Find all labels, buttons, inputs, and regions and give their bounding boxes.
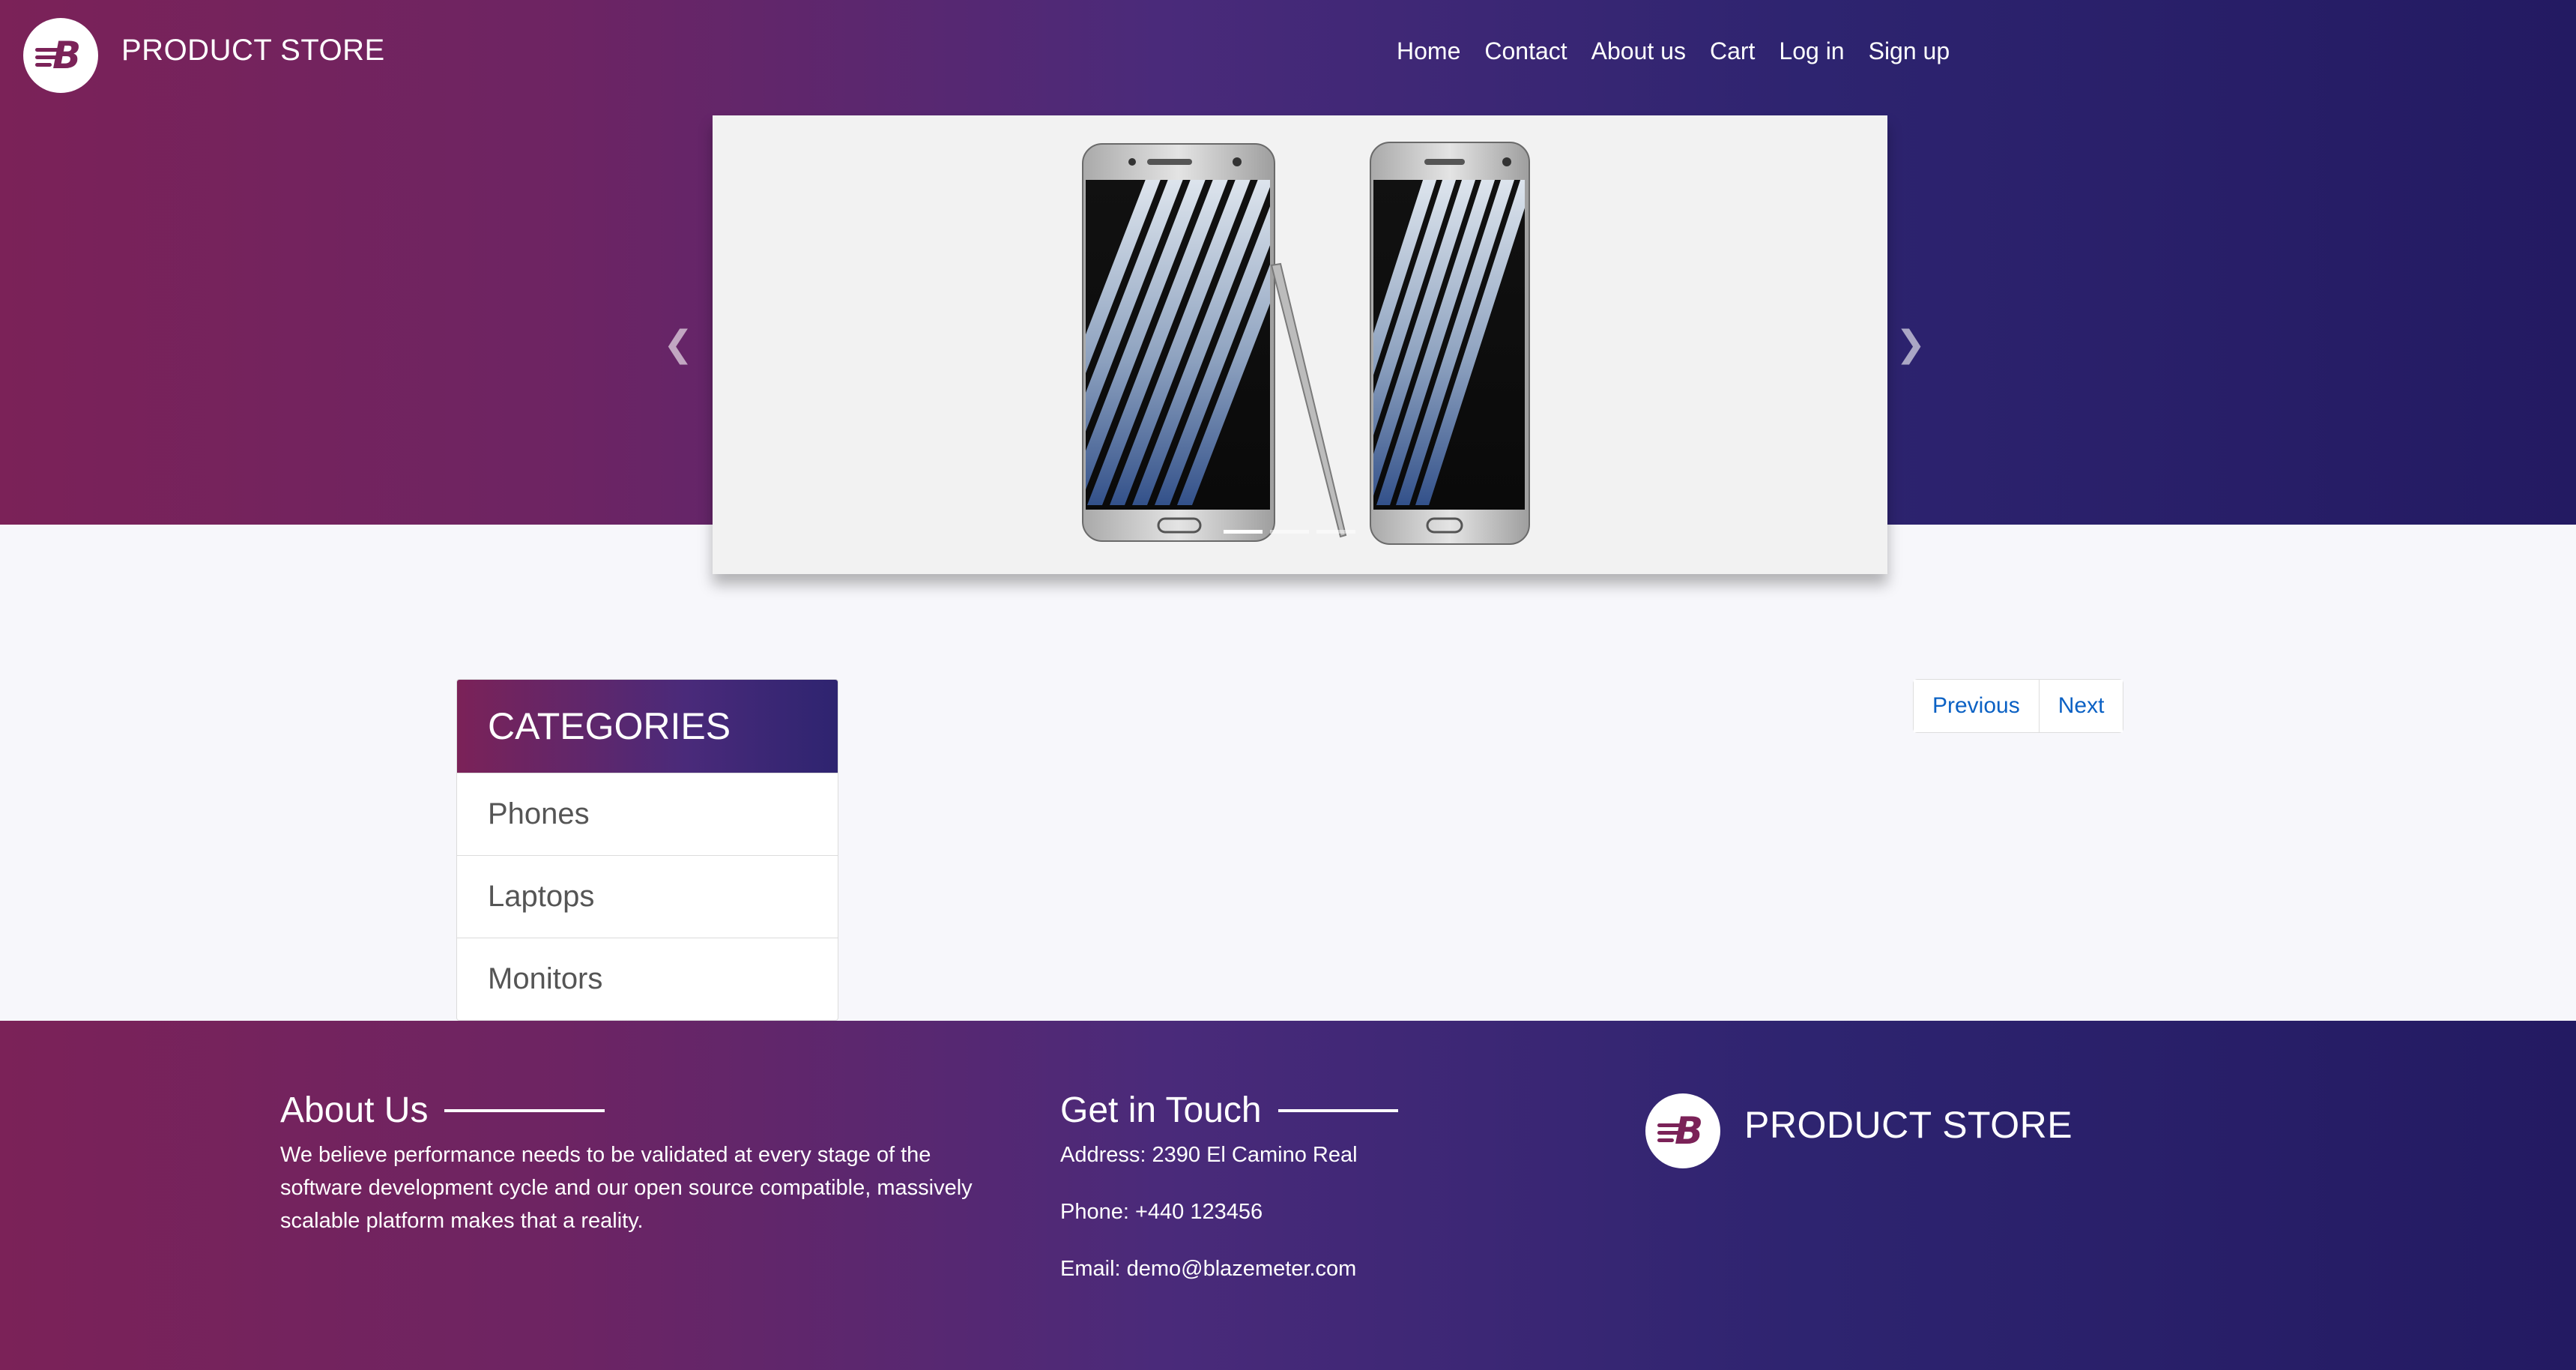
footer-about-text: We believe performance needs to be valid… bbox=[280, 1143, 973, 1233]
category-phones[interactable]: Phones bbox=[457, 773, 838, 855]
brand-name[interactable]: PRODUCT STORE bbox=[121, 34, 385, 67]
brand-logo-icon[interactable]: B bbox=[23, 18, 98, 93]
title-divider bbox=[444, 1108, 605, 1112]
categories-title[interactable]: CATEGORIES bbox=[457, 680, 838, 773]
carousel-slide-image bbox=[1082, 142, 1530, 545]
title-divider bbox=[1278, 1108, 1398, 1112]
nav-login-link[interactable]: Log in bbox=[1779, 37, 1844, 65]
carousel-next-icon[interactable]: ❯ bbox=[1896, 325, 1926, 363]
next-button[interactable]: Next bbox=[2038, 680, 2123, 732]
main-nav: Home Contact About us Cart Log in Sign u… bbox=[1397, 37, 1950, 65]
carousel bbox=[713, 115, 1887, 574]
carousel-prev-icon[interactable]: ❮ bbox=[663, 325, 693, 363]
nav-signup-link[interactable]: Sign up bbox=[1869, 37, 1950, 65]
category-laptops[interactable]: Laptops bbox=[457, 855, 838, 938]
footer-about: About Us We believe performance needs to… bbox=[280, 1090, 977, 1237]
footer-phone: Phone: +440 123456 bbox=[1060, 1200, 1263, 1224]
previous-button[interactable]: Previous bbox=[1914, 680, 2039, 732]
footer-logo-icon: B bbox=[1645, 1093, 1720, 1168]
nav-contact-link[interactable]: Contact bbox=[1484, 37, 1567, 65]
category-monitors[interactable]: Monitors bbox=[457, 938, 838, 1020]
nav-cart-link[interactable]: Cart bbox=[1710, 37, 1755, 65]
nav-home-link[interactable]: Home bbox=[1397, 37, 1460, 65]
footer-email: Email: demo@blazemeter.com bbox=[1060, 1257, 1357, 1281]
footer-about-title: About Us bbox=[280, 1090, 429, 1130]
footer-contact: Get in Touch Address: 2390 El Camino Rea… bbox=[1060, 1090, 1510, 1285]
footer-brand-name: PRODUCT STORE bbox=[1744, 1104, 2073, 1146]
nav-about-link[interactable]: About us bbox=[1591, 37, 1686, 65]
footer-address: Address: 2390 El Camino Real bbox=[1060, 1143, 1358, 1167]
pagination: Previous Next bbox=[1913, 679, 2124, 733]
footer: About Us We believe performance needs to… bbox=[0, 1021, 2576, 1370]
footer-contact-title: Get in Touch bbox=[1060, 1090, 1262, 1130]
categories-list: CATEGORIES Phones Laptops Monitors bbox=[456, 679, 838, 1021]
